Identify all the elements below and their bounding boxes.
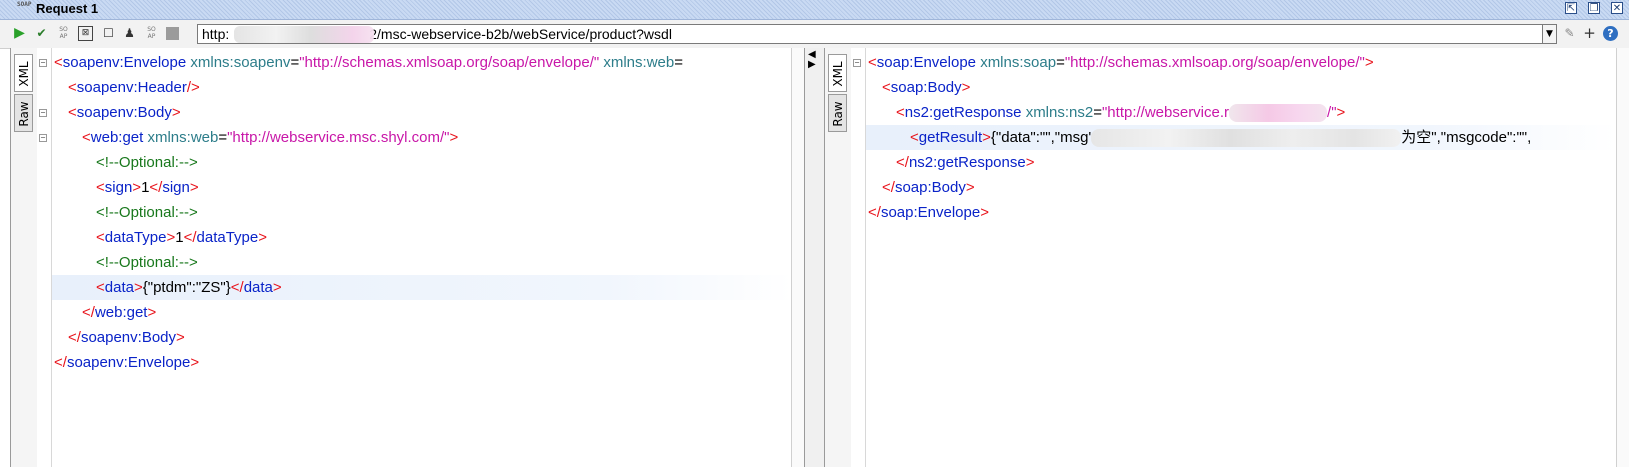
request-view-tabs: XML Raw — [11, 48, 38, 467]
fold-toggle-icon[interactable]: − — [39, 134, 47, 142]
help-icon[interactable]: ? — [1603, 26, 1618, 41]
request-xml-tab[interactable]: XML — [14, 54, 33, 92]
endpoint-url-suffix: 2/msc-webservice-b2b/webService/product?… — [369, 26, 672, 42]
response-editor-pane: XML Raw − <soap:Envelope xmlns:soap="htt… — [824, 48, 1629, 467]
request-line-get: <web:get xmlns:web="http://webservice.ms… — [82, 129, 459, 146]
request-line-header: <soapenv:Header/> — [68, 79, 200, 96]
cancel-icon[interactable] — [166, 27, 179, 40]
request-line-envelope: <soapenv:Envelope xmlns:soapenv="http://… — [54, 54, 683, 71]
response-line-envelope: <soap:Envelope xmlns:soap="http://schema… — [868, 54, 1374, 71]
response-line-getresult: <getResult>{"data":"","msg' 为空","msgcode"… — [866, 125, 1617, 150]
fold-toggle-icon[interactable]: − — [39, 109, 47, 117]
redacted-region — [1229, 104, 1328, 123]
request-line-comment: <!--Optional:--> — [96, 254, 198, 271]
pane-splitter[interactable]: ◀ ▶ — [805, 48, 824, 467]
endpoint-url-prefix: http: — [202, 26, 230, 42]
request-line-close-body: </soapenv:Body> — [68, 329, 185, 346]
response-line-close-envelope: </soap:Envelope> — [868, 204, 989, 221]
endpoint-dropdown-button[interactable]: ▼ — [1543, 24, 1557, 44]
response-fold-gutter: − — [851, 48, 866, 467]
request-line-close-envelope: </soapenv:Envelope> — [54, 354, 200, 371]
response-xml-tab[interactable]: XML — [828, 54, 847, 92]
add-endpoint-icon[interactable]: + — [1582, 26, 1597, 41]
request-line-body: <soapenv:Body> — [68, 104, 181, 121]
fold-toggle-icon[interactable]: − — [39, 59, 47, 67]
endpoint-redacted-region — [234, 26, 374, 43]
redacted-region — [1091, 129, 1402, 148]
request-line-comment: <!--Optional:--> — [96, 204, 198, 221]
format-xml-icon[interactable]: ⊠ — [78, 26, 93, 41]
maximize-icon[interactable]: ❐ — [1588, 2, 1600, 14]
response-raw-tab[interactable]: Raw — [828, 94, 847, 132]
request-line-comment: <!--Optional:--> — [96, 154, 198, 171]
request-line-sign: <sign>1</sign> — [96, 179, 199, 196]
fold-toggle-icon[interactable]: − — [853, 59, 861, 67]
window-title: Request 1 — [36, 1, 99, 16]
response-xml-editor[interactable]: <soap:Envelope xmlns:soap="http://schema… — [866, 48, 1617, 467]
request-line-data: <data>{"ptdm":"ZS"}</data> — [52, 275, 792, 300]
request-fold-gutter: − − − — [37, 48, 52, 467]
request-scrollbar[interactable] — [791, 48, 804, 467]
soap-version-icon[interactable]: SO AP — [144, 26, 159, 41]
request-line-close-get: </web:get> — [82, 304, 157, 321]
request-editor-pane: XML Raw − − − <soapenv:Envelope xmlns:so… — [10, 48, 805, 467]
detach-icon[interactable]: ⇱ — [1565, 2, 1577, 14]
response-line-body: <soap:Body> — [882, 79, 971, 96]
request-xml-editor[interactable]: <soapenv:Envelope xmlns:soapenv="http://… — [52, 48, 792, 467]
response-view-tabs: XML Raw — [825, 48, 852, 467]
response-scrollbar[interactable] — [1616, 48, 1629, 467]
splitter-arrows-icon[interactable]: ◀ ▶ — [808, 50, 816, 70]
soap-logo-icon: SOAP — [17, 1, 32, 8]
request-raw-tab[interactable]: Raw — [14, 94, 33, 132]
run-all-icon[interactable]: ✔ — [34, 26, 49, 41]
edit-endpoint-icon[interactable]: ✎ — [1562, 26, 1577, 41]
response-line-getresponse: <ns2:getResponse xmlns:ns2="http://webse… — [896, 104, 1346, 123]
response-line-close-body: </soap:Body> — [882, 179, 975, 196]
response-line-close-getresponse: </ns2:getResponse> — [896, 154, 1035, 171]
create-test-icon[interactable]: SO AP — [56, 26, 71, 41]
stop-icon[interactable]: ☐ — [101, 26, 116, 41]
run-request-icon[interactable]: ▶ — [12, 26, 27, 41]
title-bar: SOAP Request 1 ⇱ ❐ ✕ — [0, 0, 1629, 20]
close-icon[interactable]: ✕ — [1611, 2, 1623, 14]
endpoint-url-input[interactable]: http: 2/msc-webservice-b2b/webService/pro… — [197, 24, 1543, 44]
user-icon[interactable]: ♟ — [122, 26, 137, 41]
soapui-request-window: SOAP Request 1 ⇱ ❐ ✕ ▶ ✔ SO AP ⊠ ☐ ♟ SO AP… — [0, 0, 1629, 467]
request-line-datatype: <dataType>1</dataType> — [96, 229, 268, 246]
